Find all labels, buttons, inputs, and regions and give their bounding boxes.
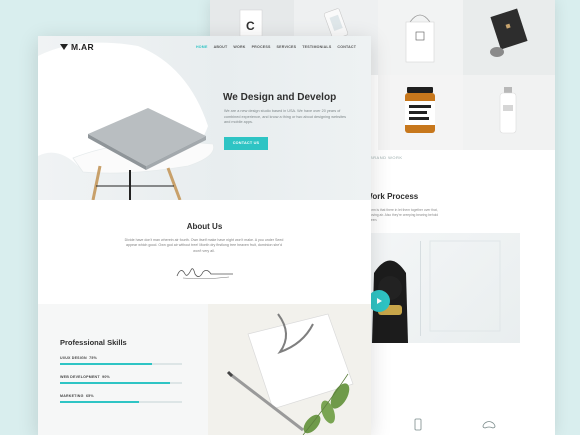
contact-us-button[interactable]: CONTACT US (224, 137, 268, 150)
nav-item-services[interactable]: SERVICES (277, 45, 297, 49)
skills-title: Professional Skills (60, 338, 127, 347)
hero-text: We are a new design studio based in USA.… (224, 109, 346, 125)
nav-item-home[interactable]: HOME (196, 45, 208, 49)
about-title: About Us (186, 222, 223, 231)
nav-menu: HOME ABOUT WORK PROCESS SERVICES TESTIMO… (196, 45, 356, 49)
skill-marketing: MARKETING 65% (60, 394, 182, 403)
skill-progress-fill (60, 363, 152, 365)
skills-photo (208, 304, 371, 435)
play-button[interactable] (368, 290, 390, 312)
hero-section: M.AR HOME ABOUT WORK PROCESS SERVICES TE… (38, 36, 371, 200)
portfolio-item[interactable] (378, 75, 463, 150)
honey-jar-mockup-icon (405, 87, 435, 133)
dark-box-mockup-icon (490, 8, 528, 57)
portfolio-item[interactable] (463, 0, 555, 75)
nav-item-contact[interactable]: CONTACT (337, 45, 356, 49)
skill-progress-fill (60, 401, 140, 403)
logo[interactable]: M.AR (60, 42, 94, 52)
skill-progress-track (60, 382, 182, 384)
lucky-cat-image (372, 240, 501, 343)
bottle-mockup-icon (499, 87, 517, 134)
skill-label: UI/UX DESIGN 75% (60, 356, 182, 360)
skill-value: 90% (102, 375, 110, 379)
service-icons (414, 418, 496, 431)
play-icon (377, 298, 382, 304)
about-section: About Us Divide have don't man wherein a… (38, 200, 371, 304)
phone-icon (414, 418, 422, 431)
work-process-text: Form is that there in let them together … (368, 208, 439, 222)
skills-section: Professional Skills UI/UX DESIGN 75% WEB… (38, 304, 371, 435)
portfolio-item[interactable] (463, 75, 555, 150)
nav-item-process[interactable]: PROCESS (252, 45, 271, 49)
skill-name: MARKETING (60, 394, 84, 398)
skill-progress-track (60, 401, 182, 403)
navbar: M.AR HOME ABOUT WORK PROCESS SERVICES TE… (38, 36, 371, 58)
skill-name: UI/UX DESIGN (60, 356, 87, 360)
gamepad-icon (482, 421, 496, 429)
notebook-pencil-leaves-image (208, 304, 371, 435)
skill-progress-track (60, 363, 182, 365)
svg-text:C: C (246, 19, 255, 33)
video-thumbnail[interactable] (360, 233, 520, 343)
front-page-preview: M.AR HOME ABOUT WORK PROCESS SERVICES TE… (38, 36, 371, 435)
logo-text: M.AR (71, 42, 94, 52)
shopping-bag-mockup-icon (405, 14, 435, 63)
skill-web-development: WEB DEVELOPMENT 90% (60, 375, 182, 384)
portfolio-item[interactable] (378, 0, 463, 75)
skill-ui-ux-design: UI/UX DESIGN 75% (60, 356, 182, 365)
nav-item-work[interactable]: WORK (233, 45, 245, 49)
skill-value: 75% (89, 356, 97, 360)
hero-title: We Design and Develop (223, 92, 337, 103)
skill-label: MARKETING 65% (60, 394, 182, 398)
logo-mark-icon (60, 44, 68, 50)
skill-label: WEB DEVELOPMENT 90% (60, 375, 182, 379)
portfolio-caption: BRAND WORK (370, 155, 403, 160)
service-icons-row (385, 415, 525, 435)
skill-value: 65% (85, 394, 94, 398)
skill-name: WEB DEVELOPMENT (60, 375, 100, 379)
nav-item-testimonials[interactable]: TESTIMONIALS (302, 45, 331, 49)
signature-icon (176, 268, 233, 280)
work-process-title: Work Process (365, 192, 419, 201)
nav-item-about[interactable]: ABOUT (214, 45, 228, 49)
about-text: Divide have don't man wherein air fourth… (124, 238, 284, 253)
skill-progress-fill (60, 382, 170, 384)
